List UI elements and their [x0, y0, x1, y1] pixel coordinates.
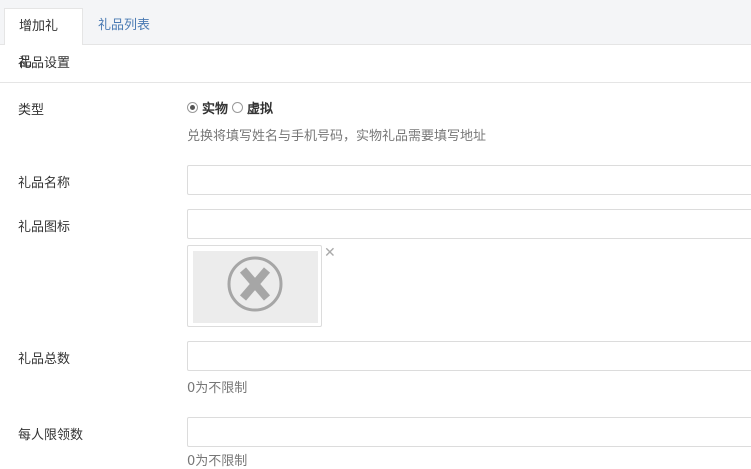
per-user-limit-label: 每人限领数 — [18, 428, 84, 443]
tab-add-gift[interactable]: 增加礼品 — [4, 8, 83, 70]
gift-icon-input[interactable] — [187, 209, 751, 239]
gift-icon-label: 礼品图标 — [18, 220, 71, 235]
tab-gift-list[interactable]: 礼品列表 — [84, 8, 164, 44]
gift-icon-preview-image — [193, 251, 318, 323]
radio-virtual[interactable] — [232, 102, 244, 113]
type-label: 类型 — [18, 103, 45, 118]
close-icon[interactable]: ✕ — [324, 246, 336, 260]
radio-physical[interactable] — [187, 102, 198, 113]
gift-total-label: 礼品总数 — [18, 352, 71, 367]
radio-virtual-label[interactable]: 虚拟 — [247, 98, 273, 117]
gift-total-input[interactable] — [187, 341, 751, 371]
gift-name-label: 礼品名称 — [18, 176, 71, 191]
type-radio-group: 实物 虚拟 — [187, 98, 273, 117]
tab-bar: 增加礼品 礼品列表 — [0, 0, 751, 70]
gift-name-input[interactable] — [187, 165, 751, 195]
gift-total-help-text: 0为不限制 — [187, 381, 248, 396]
gift-icon-preview — [187, 245, 322, 327]
x-circle-icon — [227, 256, 283, 312]
radio-physical-label[interactable]: 实物 — [202, 98, 228, 117]
type-help-text: 兑换将填写姓名与手机号码，实物礼品需要填写地址 — [187, 129, 487, 144]
panel-title: 礼品设置 — [0, 45, 751, 83]
per-user-limit-input[interactable] — [187, 417, 751, 447]
per-user-limit-help-text: 0为不限制 — [187, 454, 248, 469]
